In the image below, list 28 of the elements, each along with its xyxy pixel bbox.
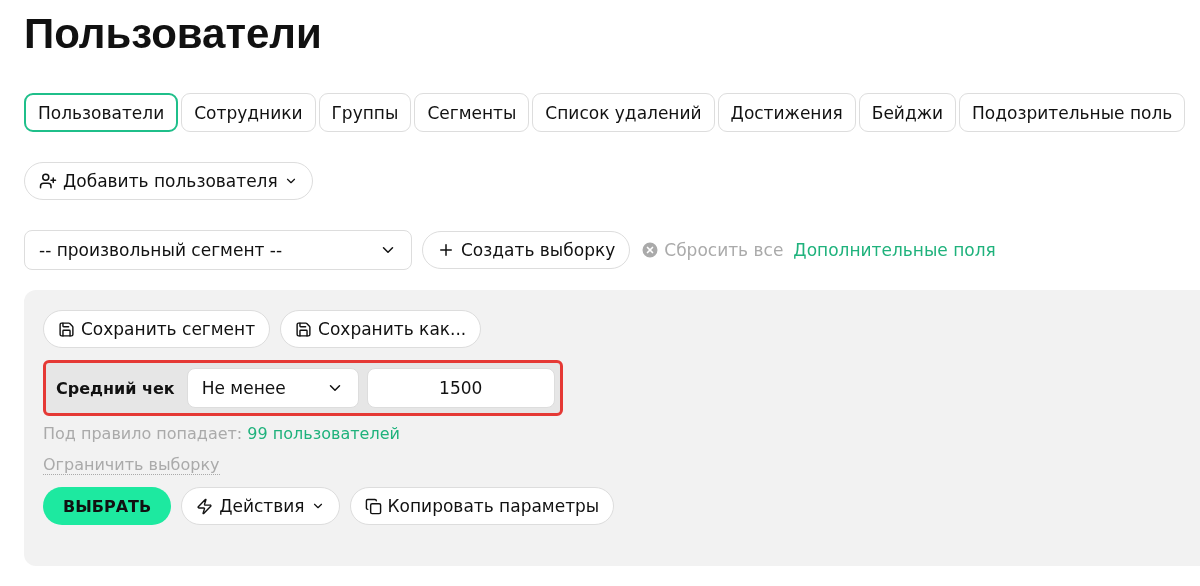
add-user-button[interactable]: Добавить пользователя — [24, 162, 313, 200]
save-button[interactable]: Сохранить сегмент — [43, 310, 271, 348]
lightning-icon — [196, 497, 214, 515]
tab[interactable]: Сегменты — [414, 93, 530, 132]
create-selection-button[interactable]: Создать выборку — [422, 231, 631, 269]
tab[interactable]: Группы — [318, 93, 412, 132]
value-field[interactable]: 1500 — [366, 368, 555, 408]
copy-parameters-button[interactable]: Копировать параметры — [349, 487, 615, 525]
tab[interactable]: Достижения — [717, 93, 856, 132]
page-title: Пользователи — [24, 10, 323, 58]
segment-select[interactable]: -- произвольный сегмент -- — [24, 230, 412, 270]
match-text: Под правило попадает: 99 пользователей — [43, 424, 401, 443]
save-icon — [58, 320, 75, 338]
user-plus-icon — [39, 172, 57, 190]
select-button[interactable]: ВЫБРАТЬ — [43, 487, 172, 525]
tab[interactable]: Сотрудники — [181, 93, 316, 132]
plus-icon — [437, 241, 455, 259]
clear-icon — [640, 240, 661, 260]
tab[interactable]: Пользователи — [24, 93, 179, 132]
tab[interactable]: Подозрительные поль — [959, 93, 1186, 132]
tab[interactable]: Бейджи — [858, 93, 957, 132]
operator-select[interactable]: Не менее — [186, 368, 359, 408]
copy-icon — [364, 497, 382, 515]
actions-button[interactable]: Действия — [181, 487, 340, 525]
save-button[interactable]: Сохранить как... — [280, 310, 482, 348]
save-icon — [295, 320, 313, 338]
tab[interactable]: Список удалений — [532, 93, 715, 132]
rule-label: Средний чек — [55, 378, 176, 398]
